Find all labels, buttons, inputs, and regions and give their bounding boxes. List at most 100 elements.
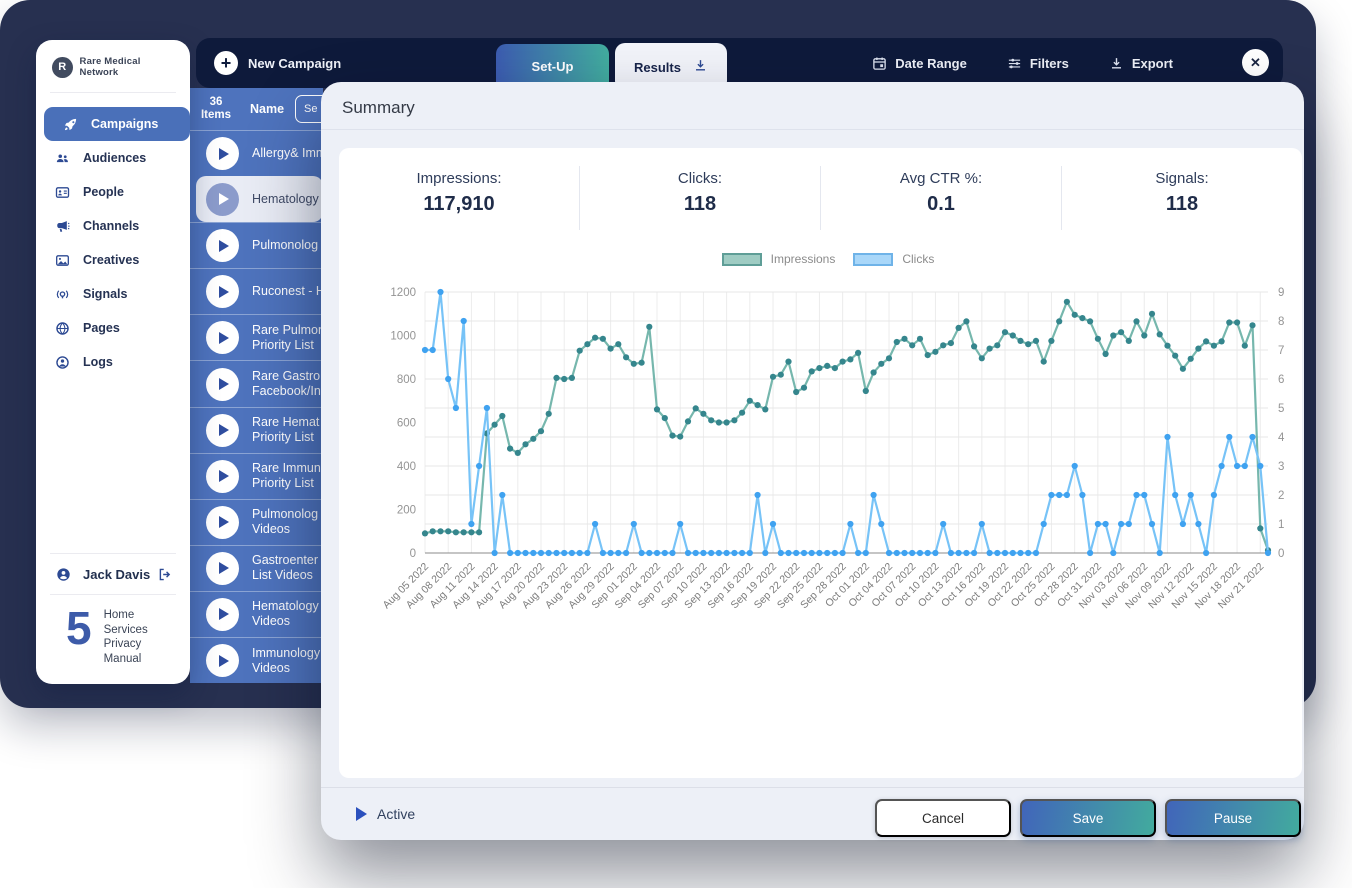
campaign-row[interactable]: Allergy& Imm — [190, 130, 323, 176]
sidebar-item-people[interactable]: People — [36, 175, 190, 209]
brand-logo-icon: R — [52, 57, 73, 78]
close-button[interactable]: ✕ — [1242, 49, 1269, 76]
svg-text:800: 800 — [397, 374, 416, 386]
play-icon — [219, 148, 229, 160]
pause-button[interactable]: Pause — [1165, 799, 1301, 837]
play-button[interactable] — [206, 229, 239, 262]
footer-link-privacy[interactable]: Privacy — [104, 638, 148, 652]
campaign-name: GastroenterList Videos — [252, 553, 318, 583]
chart-area: Aug 05 2022Aug 08 2022Aug 11 2022Aug 14 … — [363, 244, 1293, 664]
play-icon — [219, 286, 229, 298]
creatives-icon — [54, 253, 70, 268]
play-button[interactable] — [206, 275, 239, 308]
svg-text:7: 7 — [1278, 345, 1284, 357]
signals-icon — [54, 287, 70, 302]
svg-text:4: 4 — [1278, 432, 1285, 444]
campaign-name: Rare PulmonPriority List — [252, 323, 323, 353]
sidebar-item-logs[interactable]: Logs — [36, 345, 190, 379]
sidebar-item-channels[interactable]: Channels — [36, 209, 190, 243]
brand: R Rare Medical Network — [36, 40, 190, 92]
sidebar-item-label: People — [83, 185, 124, 199]
sidebar-item-signals[interactable]: Signals — [36, 277, 190, 311]
plus-icon: + — [214, 51, 238, 75]
svg-text:3: 3 — [1278, 461, 1284, 473]
footer-link-manual[interactable]: Manual — [104, 653, 148, 667]
footer-link-home[interactable]: Home — [104, 609, 148, 623]
new-campaign-button[interactable]: + New Campaign — [196, 51, 341, 75]
campaign-row[interactable]: Rare PulmonPriority List — [190, 314, 323, 360]
sidebar-item-pages[interactable]: Pages — [36, 311, 190, 345]
campaign-name: Rare HematPriority List — [252, 415, 319, 445]
play-button[interactable] — [206, 321, 239, 354]
play-icon — [219, 516, 229, 528]
screen: R Rare Medical Network CampaignsAudience… — [0, 0, 1352, 888]
stat-signals: Signals: 118 — [1062, 166, 1302, 230]
svg-text:6: 6 — [1278, 374, 1284, 386]
sidebar-item-campaigns[interactable]: Campaigns — [44, 107, 190, 141]
campaign-row[interactable]: Rare GastroFacebook/In — [190, 360, 323, 406]
results-chart: Aug 05 2022Aug 08 2022Aug 11 2022Aug 14 … — [363, 244, 1293, 664]
rocket-icon — [62, 117, 78, 132]
search-button[interactable]: Se — [295, 95, 323, 123]
campaign-rows: Allergy& ImmHematology Pulmonolog Ruconest… — [190, 130, 323, 683]
summary-card: Impressions: 117,910 Clicks: 118 Avg CTR… — [339, 148, 1302, 778]
cancel-button[interactable]: Cancel — [875, 799, 1011, 837]
play-button[interactable] — [206, 552, 239, 585]
summary-modal: Summary Impressions: 117,910 Clicks: 118… — [321, 82, 1304, 840]
svg-text:2: 2 — [1278, 490, 1284, 502]
impressions-swatch — [722, 253, 762, 266]
campaign-row[interactable]: Pulmonolog — [190, 222, 323, 268]
divider — [50, 92, 176, 93]
campaign-row[interactable]: Ruconest - H — [190, 268, 323, 314]
footer-link-services[interactable]: Services — [104, 624, 148, 638]
play-icon — [219, 332, 229, 344]
campaign-row[interactable]: HematologyVideos — [190, 591, 323, 637]
campaign-row[interactable]: Rare ImmunPriority List — [190, 453, 323, 499]
svg-text:5: 5 — [1278, 403, 1284, 415]
play-button[interactable] — [206, 644, 239, 677]
footer-links: HomeServicesPrivacyManual — [104, 607, 148, 666]
campaign-row[interactable]: Rare HematPriority List — [190, 407, 323, 453]
play-icon — [219, 240, 229, 252]
download-icon — [693, 58, 708, 76]
user-name: Jack Davis — [83, 567, 157, 582]
sidebar-menu: CampaignsAudiences People Channels Creative… — [36, 107, 190, 379]
date-range-button[interactable]: Date Range — [872, 56, 967, 71]
svg-text:1: 1 — [1278, 519, 1284, 531]
campaign-list-header: 36 Items Name Se — [190, 88, 323, 130]
campaign-row[interactable]: ImmunologyVideos — [190, 637, 323, 683]
clicks-swatch — [853, 253, 893, 266]
play-button[interactable] — [206, 460, 239, 493]
play-icon — [219, 378, 229, 390]
svg-text:200: 200 — [397, 505, 416, 517]
play-button[interactable] — [206, 183, 239, 216]
filters-button[interactable]: Filters — [1007, 56, 1069, 71]
sidebar-item-creatives[interactable]: Creatives — [36, 243, 190, 277]
campaign-name: Rare GastroFacebook/In — [252, 369, 321, 399]
audiences-icon — [54, 151, 70, 166]
sidebar-item-label: Creatives — [83, 253, 139, 267]
status-active[interactable]: Active — [356, 806, 415, 822]
campaign-name: Pulmonolog — [252, 238, 318, 253]
play-button[interactable] — [206, 137, 239, 170]
play-button[interactable] — [206, 368, 239, 401]
campaign-row[interactable]: GastroenterList Videos — [190, 545, 323, 591]
stat-impressions: Impressions: 117,910 — [339, 166, 580, 230]
play-button[interactable] — [206, 598, 239, 631]
sidebar-item-audiences[interactable]: Audiences — [36, 141, 190, 175]
legend-impressions[interactable]: Impressions — [722, 252, 836, 266]
legend-clicks[interactable]: Clicks — [853, 252, 934, 266]
play-button[interactable] — [206, 506, 239, 539]
topbar: + New Campaign Set-Up Results Date Range… — [196, 38, 1283, 88]
campaign-row[interactable]: Hematology — [196, 176, 323, 222]
people-icon — [54, 185, 70, 200]
sidebar-item-label: Pages — [83, 321, 120, 335]
svg-text:9: 9 — [1278, 287, 1284, 299]
svg-text:0: 0 — [1278, 548, 1284, 560]
play-button[interactable] — [206, 414, 239, 447]
export-button[interactable]: Export — [1109, 56, 1173, 71]
save-button[interactable]: Save — [1020, 799, 1156, 837]
campaign-row[interactable]: PulmonologVideos — [190, 499, 323, 545]
svg-text:8: 8 — [1278, 316, 1284, 328]
logout-icon[interactable] — [157, 567, 172, 582]
